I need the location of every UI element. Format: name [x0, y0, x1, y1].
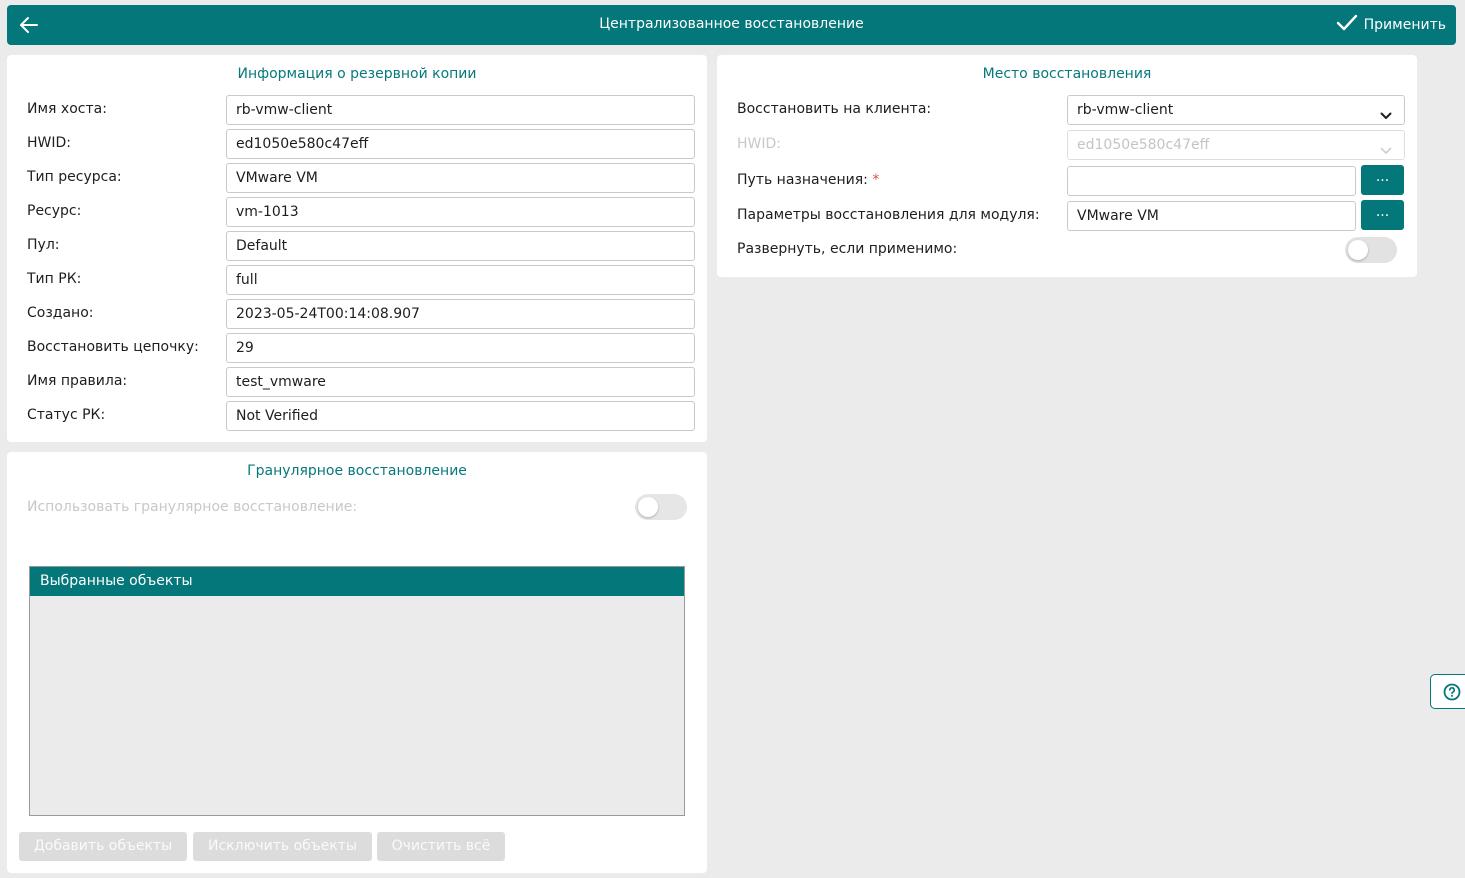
hwid-field[interactable]: ed1050e580c47eff	[226, 129, 695, 159]
toggle-knob	[638, 497, 658, 517]
restore-hwid-label: HWID:	[737, 136, 781, 152]
help-button[interactable]	[1430, 674, 1465, 709]
destination-path-input[interactable]	[1067, 166, 1356, 196]
restore-chain-field[interactable]: 29	[226, 333, 695, 363]
granular-restore-title: Гранулярное восстановление	[247, 463, 467, 479]
deploy-toggle[interactable]	[1345, 237, 1397, 263]
deploy-label: Развернуть, если применимо:	[737, 241, 958, 257]
chevron-down-icon	[1380, 104, 1392, 119]
apply-button[interactable]: Применить	[1336, 14, 1446, 36]
add-objects-button[interactable]: Добавить объекты	[19, 832, 187, 861]
use-granular-label: Использовать гранулярное восстановление:	[27, 499, 358, 515]
restore-client-label: Восстановить на клиента:	[737, 101, 932, 117]
apply-label: Применить	[1363, 17, 1446, 33]
created-field[interactable]: 2023-05-24T00:14:08.907	[226, 299, 695, 329]
backup-info-panel: Информация о резервной копии Имя хоста: …	[7, 55, 707, 442]
restore-client-value: rb-vmw-client	[1077, 102, 1174, 118]
created-label: Создано:	[27, 305, 94, 321]
hwid-label: HWID:	[27, 135, 71, 151]
hostname-label: Имя хоста:	[27, 101, 107, 117]
browse-path-button[interactable]: ...	[1361, 165, 1404, 195]
backup-status-field[interactable]: Not Verified	[226, 401, 695, 431]
module-params-label: Параметры восстановления для модуля:	[737, 207, 1040, 223]
restore-location-title: Место восстановления	[982, 66, 1152, 82]
question-icon	[1443, 683, 1461, 705]
pool-field[interactable]: Default	[226, 231, 695, 261]
backup-status-label: Статус РК:	[27, 407, 106, 423]
rule-name-label: Имя правила:	[27, 373, 128, 389]
selected-objects-list: Выбранные объекты	[29, 566, 685, 816]
use-granular-toggle[interactable]	[635, 494, 687, 520]
resource-field[interactable]: vm-1013	[226, 197, 695, 227]
header-bar: Централизованное восстановление Применит…	[7, 5, 1456, 45]
page-title: Централизованное восстановление	[599, 16, 864, 32]
backup-info-title: Информация о резервной копии	[237, 66, 477, 82]
exclude-objects-button[interactable]: Исключить объекты	[193, 832, 372, 861]
resource-label: Ресурс:	[27, 203, 82, 219]
backup-type-label: Тип РК:	[27, 271, 82, 287]
hostname-field[interactable]: rb-vmw-client	[226, 95, 695, 125]
toggle-knob	[1348, 240, 1368, 260]
chevron-down-icon	[1380, 139, 1392, 154]
destination-path-label: Путь назначения: *	[737, 172, 879, 188]
selected-objects-header: Выбранные объекты	[30, 567, 684, 596]
restore-chain-label: Восстановить цепочку:	[27, 339, 199, 355]
backup-type-field[interactable]: full	[226, 265, 695, 295]
required-mark: *	[872, 172, 880, 188]
pool-label: Пул:	[27, 237, 60, 253]
clear-all-button[interactable]: Очистить всё	[377, 832, 505, 861]
resource-type-field[interactable]: VMware VM	[226, 163, 695, 193]
checkmark-icon	[1336, 14, 1358, 36]
module-params-button[interactable]: ...	[1361, 200, 1404, 230]
granular-restore-panel: Гранулярное восстановление Использовать …	[7, 452, 707, 873]
resource-type-label: Тип ресурса:	[27, 169, 122, 185]
module-params-field[interactable]: VMware VM	[1067, 201, 1356, 231]
restore-client-select[interactable]: rb-vmw-client	[1067, 95, 1405, 125]
restore-hwid-select: ed1050e580c47eff	[1067, 130, 1405, 160]
restore-location-panel: Место восстановления Восстановить на кли…	[717, 55, 1417, 277]
destination-path-label-text: Путь назначения:	[737, 172, 868, 188]
rule-name-field[interactable]: test_vmware	[226, 367, 695, 397]
restore-hwid-value: ed1050e580c47eff	[1077, 137, 1210, 153]
